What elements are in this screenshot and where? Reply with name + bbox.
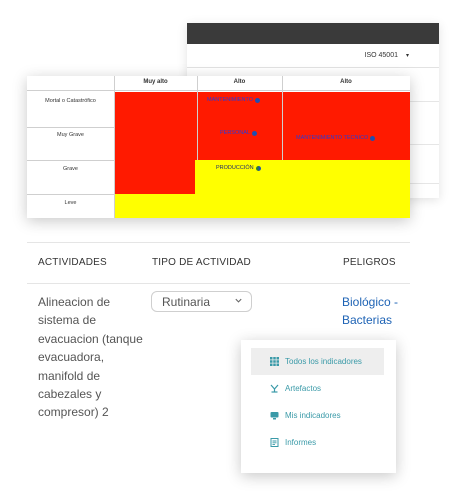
matrix-column-header: Alto (340, 79, 352, 85)
indicators-menu: Todos los indicadores Artefactos Mis ind… (241, 340, 396, 473)
matrix-row-label: Grave (63, 166, 78, 172)
chevron-down-icon (234, 296, 243, 307)
status-dot-icon (255, 97, 261, 103)
matrix-cell-medium[interactable] (114, 194, 410, 218)
report-icon (270, 438, 279, 447)
artifact-icon (270, 384, 279, 393)
column-header-tipo: TIPO DE ACTIVIDAD (152, 257, 251, 268)
menu-item-mis-indicadores[interactable]: Mis indicadores (251, 402, 384, 429)
menu-item-label: Informes (285, 438, 317, 447)
activity-type-select[interactable]: Rutinaria (151, 291, 252, 312)
matrix-tag-label: MANTENIMIENTO TECNICO (296, 135, 369, 141)
matrix-column-header: Muy alto (143, 79, 168, 85)
hazard-link[interactable]: Biológico - Bacterias (342, 293, 412, 329)
matrix-cell-high[interactable] (114, 92, 410, 127)
standard-select-value: ISO 45001 (364, 52, 398, 59)
grid-line (282, 76, 283, 160)
matrix-row-label: Mortal o Catastrófico (45, 98, 96, 104)
menu-item-artefactos[interactable]: Artefactos (251, 375, 384, 402)
menu-item-label: Mis indicadores (285, 411, 341, 420)
menu-item-label: Artefactos (285, 384, 322, 393)
grid-line (27, 160, 114, 161)
menu-item-todos-los-indicadores[interactable]: Todos los indicadores (251, 348, 384, 375)
matrix-row-label: Leve (64, 200, 77, 206)
chevron-down-icon: ▾ (405, 53, 409, 59)
matrix-cell-high[interactable] (114, 160, 195, 194)
window-header-bar (187, 23, 439, 44)
risk-matrix: Muy alto Alto Alto Mortal o Catastrófico… (27, 76, 410, 218)
column-header-peligros: PELIGROS (343, 257, 396, 268)
matrix-header: Muy alto Alto Alto (27, 76, 410, 91)
matrix-cell-high[interactable] (114, 127, 410, 160)
standard-select[interactable]: ISO 45001 ▾ (365, 52, 409, 59)
matrix-tag[interactable]: PERSONAL (220, 130, 257, 136)
activity-name: Alineacion de sistema de evacuacion (tan… (38, 295, 143, 420)
matrix-column-header: Alto (233, 79, 246, 85)
matrix-tag-label: MANTENIMIENTO (207, 97, 254, 103)
status-dot-icon (255, 165, 261, 171)
window-toolbar: ISO 45001 ▾ (187, 44, 439, 68)
matrix-tag[interactable]: MANTENIMIENTO (207, 97, 261, 103)
table-header: ACTIVIDADES TIPO DE ACTIVIDAD PELIGROS (27, 242, 410, 284)
matrix-tag[interactable]: MANTENIMIENTO TECNICO (296, 135, 376, 141)
matrix-tag[interactable]: PRODUCCIÓN (216, 165, 261, 171)
matrix-tag-label: PRODUCCIÓN (216, 165, 254, 171)
status-dot-icon (251, 130, 257, 136)
grid-icon (270, 357, 279, 366)
menu-item-label: Todos los indicadores (285, 357, 362, 366)
matrix-tag-label: PERSONAL (220, 130, 250, 136)
grid-line (27, 194, 114, 195)
activities-table: ACTIVIDADES TIPO DE ACTIVIDAD PELIGROS A… (27, 242, 410, 419)
column-header-actividades: ACTIVIDADES (38, 257, 107, 268)
matrix-row-label: Muy Grave (57, 132, 84, 138)
grid-line (197, 76, 198, 160)
status-dot-icon (370, 135, 376, 141)
monitor-icon (270, 411, 279, 420)
menu-item-informes[interactable]: Informes (251, 429, 384, 456)
grid-line (114, 76, 115, 218)
activity-type-value: Rutinaria (162, 294, 211, 309)
grid-line (27, 127, 114, 128)
